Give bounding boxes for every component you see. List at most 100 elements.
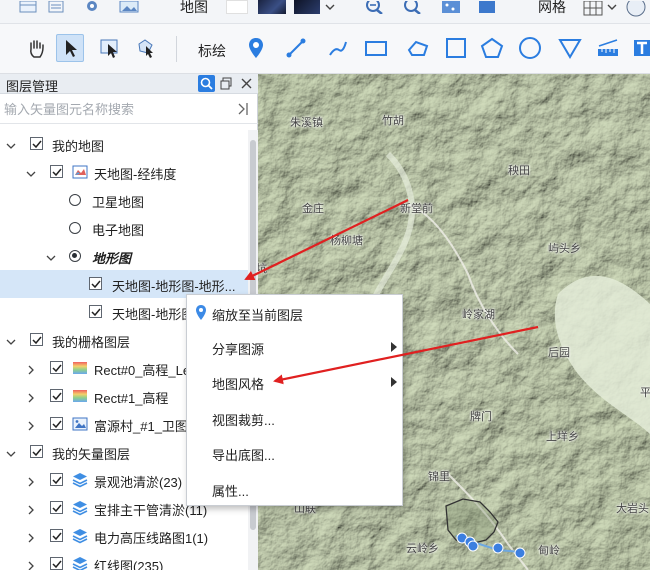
basemap-radio[interactable] xyxy=(69,222,81,234)
menu-item-label: 属性... xyxy=(212,484,249,499)
menu-item-label: 地图风格 xyxy=(212,377,265,392)
map-place-label: 后园 xyxy=(548,347,570,359)
layer-visibility-checkbox[interactable] xyxy=(50,557,63,570)
grid-menu-label[interactable]: 网格 xyxy=(538,0,566,17)
dot-grid-icon[interactable] xyxy=(440,0,462,14)
context-menu-item[interactable]: 缩放至当前图层 xyxy=(187,299,402,327)
marker-pin-icon[interactable] xyxy=(242,34,270,62)
layer-name: 富源村_#1_卫图 xyxy=(94,419,188,434)
menu-item-label: 分享图源 xyxy=(212,342,265,357)
search-icon[interactable] xyxy=(198,75,215,92)
layer-visibility-checkbox[interactable] xyxy=(50,361,63,374)
layer-visibility-checkbox[interactable] xyxy=(50,165,63,178)
basemap-radio[interactable] xyxy=(69,194,81,206)
chevron-down-icon[interactable] xyxy=(6,447,16,457)
layer-tree-row[interactable]: 红线图(235) xyxy=(0,550,248,570)
map-place-label: 金庄 xyxy=(302,203,324,215)
map-place-label: 岭家湖 xyxy=(462,309,495,321)
chevron-right-icon[interactable] xyxy=(26,419,36,431)
pentagon-icon[interactable] xyxy=(478,34,506,62)
edit-feature-icon[interactable] xyxy=(132,34,160,62)
ruler-measure-icon[interactable] xyxy=(594,34,622,62)
layer-visibility-checkbox[interactable] xyxy=(50,417,63,430)
chevron-right-icon[interactable] xyxy=(26,531,36,543)
map-thumbnail-white-icon[interactable] xyxy=(226,0,248,14)
layer-visibility-checkbox[interactable] xyxy=(89,277,102,290)
map-place-label: 新堂前 xyxy=(400,203,433,215)
layer-name: 天地图-经纬度 xyxy=(94,167,177,182)
map-place-label: 秧田 xyxy=(508,165,530,177)
chevron-down-icon[interactable] xyxy=(324,0,336,14)
map-place-label: 屿头乡 xyxy=(548,243,581,255)
chevron-right-icon[interactable] xyxy=(26,559,36,570)
layer-tree-row[interactable]: 电子地图 xyxy=(0,214,248,242)
map-thumbnail-satellite-icon[interactable] xyxy=(258,0,286,14)
settings-icon[interactable] xyxy=(82,0,102,14)
layer-search-input[interactable] xyxy=(4,98,234,120)
layer-visibility-checkbox[interactable] xyxy=(50,389,63,402)
layer-name: 我的栅格图层 xyxy=(52,335,131,350)
zoom-in-icon[interactable] xyxy=(364,0,386,14)
layer-name: Rect#1_高程 xyxy=(94,391,169,406)
rectangle-icon[interactable] xyxy=(362,34,390,62)
layer-name: 地形图 xyxy=(92,251,132,266)
layer-visibility-checkbox[interactable] xyxy=(30,137,43,150)
text-tool-icon[interactable] xyxy=(630,34,650,62)
chevron-right-icon[interactable] xyxy=(26,475,36,487)
layer-visibility-checkbox[interactable] xyxy=(50,473,63,486)
select-feature-icon[interactable] xyxy=(96,34,124,62)
layout-icon[interactable] xyxy=(18,0,38,14)
raster-gradient-icon xyxy=(72,360,88,376)
main-toolbar: 地图 网格 xyxy=(0,0,650,24)
context-menu-item[interactable]: 地图风格 xyxy=(187,368,402,396)
menu-item-label: 缩放至当前图层 xyxy=(212,308,304,323)
latlng-globe-icon[interactable] xyxy=(624,0,648,18)
triangle-icon[interactable] xyxy=(556,34,584,62)
restore-window-icon[interactable] xyxy=(220,77,233,90)
layer-visibility-checkbox[interactable] xyxy=(30,445,43,458)
context-menu-item[interactable]: 导出底图... xyxy=(187,439,402,467)
layer-tree-row[interactable]: 我的地图 xyxy=(0,130,248,158)
full-extent-icon[interactable] xyxy=(476,0,498,14)
chevron-down-icon[interactable] xyxy=(46,251,56,261)
map-place-label: 平 xyxy=(640,387,650,399)
map-menu-label[interactable]: 地图 xyxy=(180,0,208,17)
select-arrow-icon[interactable] xyxy=(56,34,84,62)
chevron-right-icon[interactable] xyxy=(26,503,36,515)
layer-visibility-checkbox[interactable] xyxy=(50,529,63,542)
chevron-right-icon[interactable] xyxy=(26,391,36,403)
map-thumbnail-night-icon[interactable] xyxy=(294,0,320,14)
square-icon[interactable] xyxy=(442,34,470,62)
panel-header: 图层管理 xyxy=(0,74,258,94)
close-icon[interactable] xyxy=(240,77,253,90)
layer-visibility-checkbox[interactable] xyxy=(50,501,63,514)
menu-item-label: 视图裁剪... xyxy=(212,413,275,428)
layer-visibility-checkbox[interactable] xyxy=(89,305,102,318)
context-menu-item[interactable]: 属性... xyxy=(187,475,402,503)
chevron-down-icon[interactable] xyxy=(6,139,16,149)
chevron-down-icon[interactable] xyxy=(26,167,36,177)
layer-tree-row[interactable]: 卫星地图 xyxy=(0,186,248,214)
chevron-down-icon[interactable] xyxy=(606,0,618,14)
basemap-radio[interactable] xyxy=(69,250,81,262)
polyline-icon[interactable] xyxy=(282,34,310,62)
layer-tree-row[interactable]: 电力高压线路图1(1) xyxy=(0,522,248,550)
chevron-right-icon[interactable] xyxy=(26,363,36,375)
grid-icon[interactable] xyxy=(582,0,604,16)
layer-tree-row[interactable]: 地形图 xyxy=(0,242,248,270)
context-menu-item[interactable]: 分享图源 xyxy=(187,333,402,361)
polygon-icon[interactable] xyxy=(404,34,432,62)
circle-icon[interactable] xyxy=(516,34,544,62)
map-place-label: 朱溪镇 xyxy=(290,117,323,129)
context-menu-item[interactable]: 视图裁剪... xyxy=(187,404,402,432)
zoom-out-icon[interactable] xyxy=(402,0,424,14)
layer-visibility-checkbox[interactable] xyxy=(30,333,43,346)
chevron-down-icon[interactable] xyxy=(6,335,16,345)
collapse-panel-icon[interactable] xyxy=(236,102,250,116)
image-icon xyxy=(72,416,88,432)
pan-hand-icon[interactable] xyxy=(22,34,50,62)
picture-icon[interactable] xyxy=(118,0,140,14)
layer-tree-row[interactable]: 天地图-经纬度 xyxy=(0,158,248,186)
freehand-line-icon[interactable] xyxy=(324,34,352,62)
document-icon[interactable] xyxy=(46,0,66,14)
